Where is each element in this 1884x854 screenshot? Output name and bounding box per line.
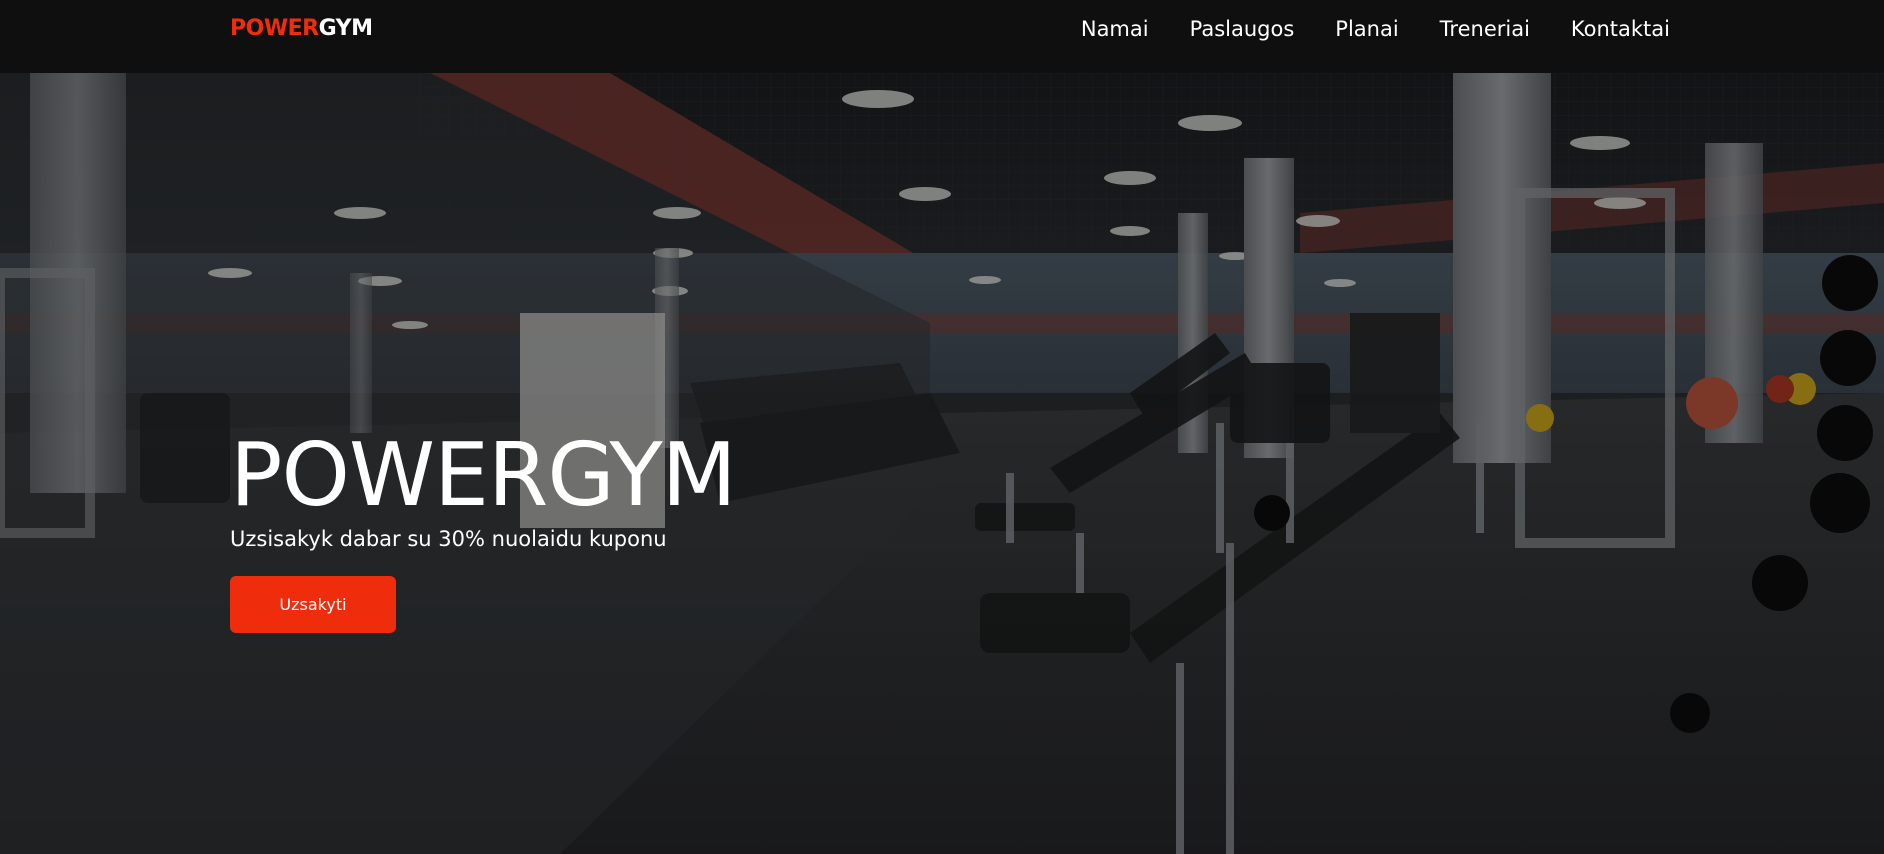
nav-item-namai: Namai <box>1081 14 1149 44</box>
hero-title: POWERGYM <box>230 424 737 526</box>
hero-content: POWERGYM Uzsisakyk dabar su 30% nuolaidu… <box>230 424 737 633</box>
nav-link-namai[interactable]: Namai <box>1081 17 1149 41</box>
nav-item-treneriai: Treneriai <box>1440 14 1530 44</box>
nav-item-kontaktai: Kontaktai <box>1571 14 1670 44</box>
navbar: POWERGYM Namai Paslaugos Planai Treneria… <box>0 0 1884 73</box>
order-button[interactable]: Uzsakyti <box>230 576 396 633</box>
nav-link-treneriai[interactable]: Treneriai <box>1440 17 1530 41</box>
site-logo[interactable]: POWERGYM <box>230 14 373 44</box>
nav-link-kontaktai[interactable]: Kontaktai <box>1571 17 1670 41</box>
hero-subtitle: Uzsisakyk dabar su 30% nuolaidu kuponu <box>230 527 667 551</box>
main-nav: Namai Paslaugos Planai Treneriai Kontakt… <box>1081 14 1670 44</box>
logo-rest-text: GYM <box>318 16 373 41</box>
logo-accent-text: POWER <box>230 16 319 41</box>
nav-item-planai: Planai <box>1335 14 1398 44</box>
page: POWERGYM Namai Paslaugos Planai Treneria… <box>0 0 1884 854</box>
hero-section: POWERGYM Uzsisakyk dabar su 30% nuolaidu… <box>0 73 1884 854</box>
nav-item-paslaugos: Paslaugos <box>1190 14 1295 44</box>
nav-link-paslaugos[interactable]: Paslaugos <box>1190 17 1295 41</box>
nav-link-planai[interactable]: Planai <box>1335 17 1398 41</box>
